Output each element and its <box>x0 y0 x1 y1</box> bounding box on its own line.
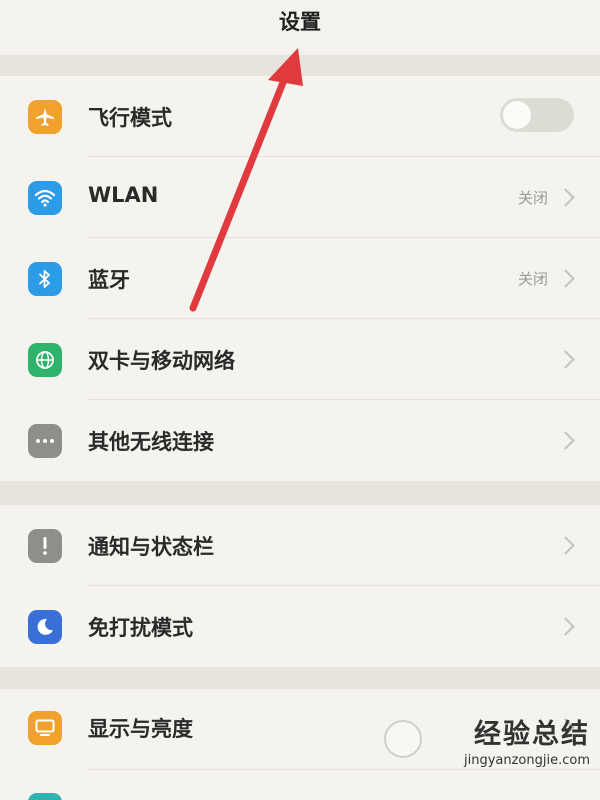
settings-row-other-wireless[interactable]: 其他无线连接 <box>0 400 600 481</box>
bluetooth-icon <box>28 262 62 296</box>
title-bar: 设置 <box>0 0 600 55</box>
settings-row-label: 通知与状态栏 <box>88 535 214 559</box>
settings-row-label: WLAN <box>88 183 159 207</box>
chevron-right-icon <box>556 617 575 636</box>
assistive-touch-button[interactable] <box>384 720 422 758</box>
settings-row-label: 其他无线连接 <box>88 430 214 454</box>
chevron-right-icon <box>556 269 575 288</box>
section-gap <box>0 55 600 76</box>
settings-screen: 设置 飞行模式 WLAN 关闭 蓝牙 关闭 双卡与移动网络 其他无线连接 通知与… <box>0 0 600 800</box>
watermark: 经验总结 jingyanzongjie.com <box>420 718 590 770</box>
settings-row-airplane-mode[interactable]: 飞行模式 <box>0 76 600 157</box>
settings-row-label: 免打扰模式 <box>88 616 193 640</box>
more-dots-icon <box>28 424 62 458</box>
section-gap <box>0 667 600 689</box>
settings-row-notifications[interactable]: 通知与状态栏 <box>0 505 600 586</box>
settings-row-label: 飞行模式 <box>88 106 172 130</box>
toggle-knob <box>503 101 531 129</box>
chevron-right-icon <box>556 350 575 369</box>
settings-row-dual-sim[interactable]: 双卡与移动网络 <box>0 319 600 400</box>
notification-group: 通知与状态栏 免打扰模式 <box>0 505 600 667</box>
settings-row-do-not-disturb[interactable]: 免打扰模式 <box>0 586 600 667</box>
wireless-group: 飞行模式 WLAN 关闭 蓝牙 关闭 双卡与移动网络 其他无线连接 <box>0 76 600 481</box>
watermark-title: 经验总结 <box>474 719 590 750</box>
airplane-mode-toggle[interactable] <box>500 98 574 132</box>
globe-icon <box>28 343 62 377</box>
display-icon <box>28 711 62 745</box>
bluetooth-status: 关闭 <box>517 270 548 288</box>
settings-row-wlan[interactable]: WLAN 关闭 <box>0 157 600 238</box>
wlan-status: 关闭 <box>517 189 548 207</box>
settings-row-label: 双卡与移动网络 <box>88 349 235 373</box>
section-gap <box>0 481 600 505</box>
settings-row-label: 蓝牙 <box>88 268 130 292</box>
settings-row-label: 显示与亮度 <box>88 717 193 741</box>
chevron-right-icon <box>556 536 575 555</box>
moon-icon <box>28 610 62 644</box>
page-title: 设置 <box>279 10 321 34</box>
exclamation-icon <box>28 529 62 563</box>
wifi-icon <box>28 181 62 215</box>
watermark-url: jingyanzongjie.com <box>463 753 590 768</box>
chevron-right-icon <box>556 188 575 207</box>
airplane-icon <box>28 100 62 134</box>
partial-row-icon <box>28 793 62 800</box>
chevron-right-icon <box>556 431 575 450</box>
settings-row-bluetooth[interactable]: 蓝牙 关闭 <box>0 238 600 319</box>
